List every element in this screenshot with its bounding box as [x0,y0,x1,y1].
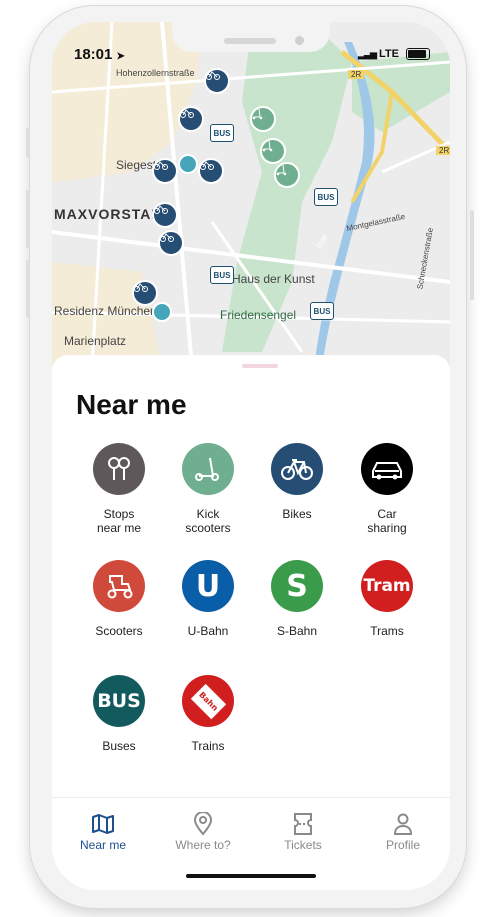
bike-icon [271,443,323,495]
tab-near-me-label: Near me [79,838,126,852]
signal-icon: ▂▃▅ [358,49,377,59]
bike-icon [200,161,214,170]
tile-car[interactable]: Car sharing [342,443,432,535]
tile-label: Scooters [95,624,143,638]
speaker [224,38,276,44]
map-label-residenz: Residenz München [54,304,157,318]
tile-scooter[interactable]: Scooters [74,560,164,638]
bike-pin[interactable] [158,230,184,256]
home-indicator [186,874,316,878]
tile-label: Kick scooters [185,507,231,535]
notch [172,22,330,52]
train-glyph: Bahn [190,683,226,719]
tab-near-me[interactable]: Near me [58,810,148,852]
stops-icon [93,443,145,495]
tab-where-to-label: Where to? [175,838,231,852]
status-time: 18:01 ➤ [74,46,125,63]
sbahn-glyph: S [286,568,308,604]
map-label-friedensengel: Friedensengel [220,308,297,322]
kick-scooter-pin[interactable] [274,162,300,188]
tab-tickets[interactable]: Tickets [258,810,348,852]
tile-tram[interactable]: Tram Trams [342,560,432,638]
bus-icon: BUS [93,675,145,727]
bus-stop-pin[interactable]: BUS [314,188,338,206]
tram-icon: Tram [361,560,413,612]
network-label: LTE [378,48,399,60]
tile-stops[interactable]: Stops near me [74,443,164,535]
tile-label: Trains [191,739,225,753]
bike-icon [160,233,174,242]
tile-ubahn[interactable]: U U-Bahn [163,560,253,638]
kick-scooter-icon [182,443,234,495]
map-label-hohenzollernstrasse: Hohenzollernstraße [116,68,195,78]
bike-pin[interactable] [204,68,230,94]
tile-label: Car sharing [367,507,407,535]
screen: Hohenzollernstraße Siegestor MAXVORSTADT… [52,22,450,890]
map-label-marienplatz: Marienplatz [64,334,127,348]
bike-icon [180,109,194,118]
map-view[interactable]: Hohenzollernstraße Siegestor MAXVORSTADT… [52,22,450,367]
bus-stop-pin[interactable]: BUS [210,124,234,142]
volume-up-button [26,190,30,248]
person-icon [393,813,413,835]
bike-pin[interactable] [152,158,178,184]
tab-profile[interactable]: Profile [358,810,448,852]
map-label-road-2r: 2R [436,146,450,155]
tile-bus[interactable]: BUS Buses [74,675,164,753]
bike-pin[interactable] [198,158,224,184]
bike-pin[interactable] [178,106,204,132]
ubahn-icon: U [182,560,234,612]
tile-label: S-Bahn [276,624,318,638]
kick-scooter-icon [276,164,287,176]
scooter-icon [93,560,145,612]
tram-glyph: Tram [363,576,411,596]
tile-label: Trams [370,624,404,638]
map-label-road-2r: 2R [348,70,365,79]
tile-sbahn[interactable]: S S-Bahn [252,560,342,638]
sheet-drag-handle[interactable] [242,364,278,368]
tile-label: U-Bahn [187,624,229,638]
kick-scooter-pin[interactable] [250,106,276,132]
location-arrow-icon: ➤ [116,51,125,62]
map-label-haus-der-kunst: Haus der Kunst [232,272,315,286]
kick-scooter-icon [262,140,273,152]
bike-icon [154,205,168,214]
tile-train[interactable]: Bahn Trains [163,675,253,753]
tab-where-to[interactable]: Where to? [158,810,248,852]
status-time-text: 18:01 [74,46,113,63]
bike-icon [154,161,168,170]
bike-pin[interactable] [132,280,158,306]
bus-glyph: BUS [97,690,141,712]
tab-tickets-label: Tickets [284,838,322,852]
tile-label: Buses [102,739,136,753]
bus-stop-pin[interactable]: BUS [210,266,234,284]
bike-icon [134,283,148,292]
kick-scooter-pin[interactable] [260,138,286,164]
tile-bike[interactable]: Bikes [252,443,342,521]
tile-label: Bikes [282,507,312,521]
power-button [470,210,474,300]
tile-kick-scooter[interactable]: Kick scooters [163,443,253,535]
bike-pin[interactable] [152,202,178,228]
ubahn-glyph: U [195,568,221,604]
tile-label: Stops near me [96,507,142,535]
bike-icon [206,71,220,80]
bus-stop-pin[interactable]: BUS [310,302,334,320]
ticket-icon [294,813,312,835]
poi-pin[interactable] [178,154,198,174]
location-pin-icon [193,812,213,836]
train-icon: Bahn [182,675,234,727]
battery-icon [406,48,430,61]
map-icon [92,814,114,834]
status-indicators: ▂▃▅ LTE [358,48,430,61]
car-icon [361,443,413,495]
volume-down-button [26,260,30,318]
sbahn-icon: S [271,560,323,612]
sheet-title: Near me [76,389,187,420]
poi-pin[interactable] [152,302,172,322]
kick-scooter-icon [252,108,263,120]
mute-switch [26,128,30,158]
tab-profile-label: Profile [385,838,420,852]
front-camera [295,36,304,45]
